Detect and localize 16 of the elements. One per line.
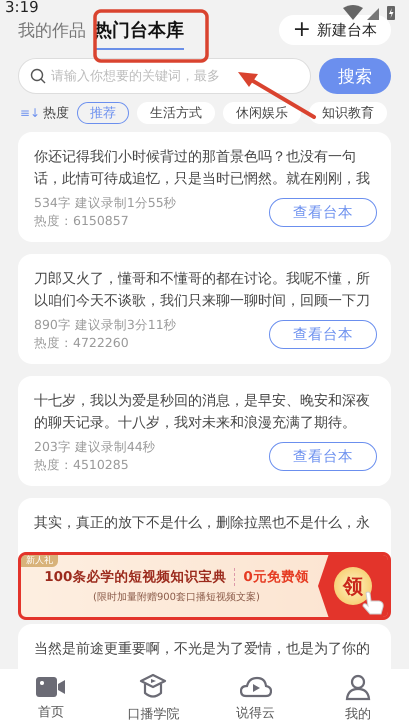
script-excerpt: 十七岁，我以为爱是秒回的消息，是早安、晚安和深夜的聊天记录。十八岁，我对未来和浪漫充满了期待。	[34, 392, 371, 433]
script-length: 534字 建议录制1分55秒	[34, 194, 177, 212]
script-length: 203字 建议录制44秒	[34, 438, 156, 456]
script-length: 890字 建议录制3分11秒	[34, 316, 177, 334]
script-excerpt: 你还记得我们小时候背过的那首景色吗？也没有一句话，此情可待成追忆，只是当时已惘然。就在刚刚，我	[34, 148, 371, 189]
script-heat: 热度：6150857	[34, 212, 130, 230]
promo-tag: 新人礼	[21, 555, 58, 567]
script-excerpt: 刀郎又火了，懂哥和不懂哥的都在讨论。我呢不懂，所以咱们今天不谈歌，我们只来聊一聊时间，回顾一下刀	[34, 270, 371, 311]
script-excerpt: 其实，真正的放下不是什么，删除拉黑也不是什么，永	[34, 514, 371, 533]
promo-subtitle: (限时加量附赠900套口播短视频文案)	[93, 590, 260, 604]
status-time: 3:19	[5, 0, 39, 16]
script-heat: 热度：4510285	[34, 456, 130, 474]
script-heat: 热度：4722260	[34, 334, 130, 352]
promo-offer: 0元免费领	[234, 568, 309, 586]
promo-title: 100条必学的短视频知识宝典	[44, 568, 226, 586]
script-excerpt: 当然是前途更重要啊，不光是为了爱情，也是为了你的	[34, 640, 371, 659]
